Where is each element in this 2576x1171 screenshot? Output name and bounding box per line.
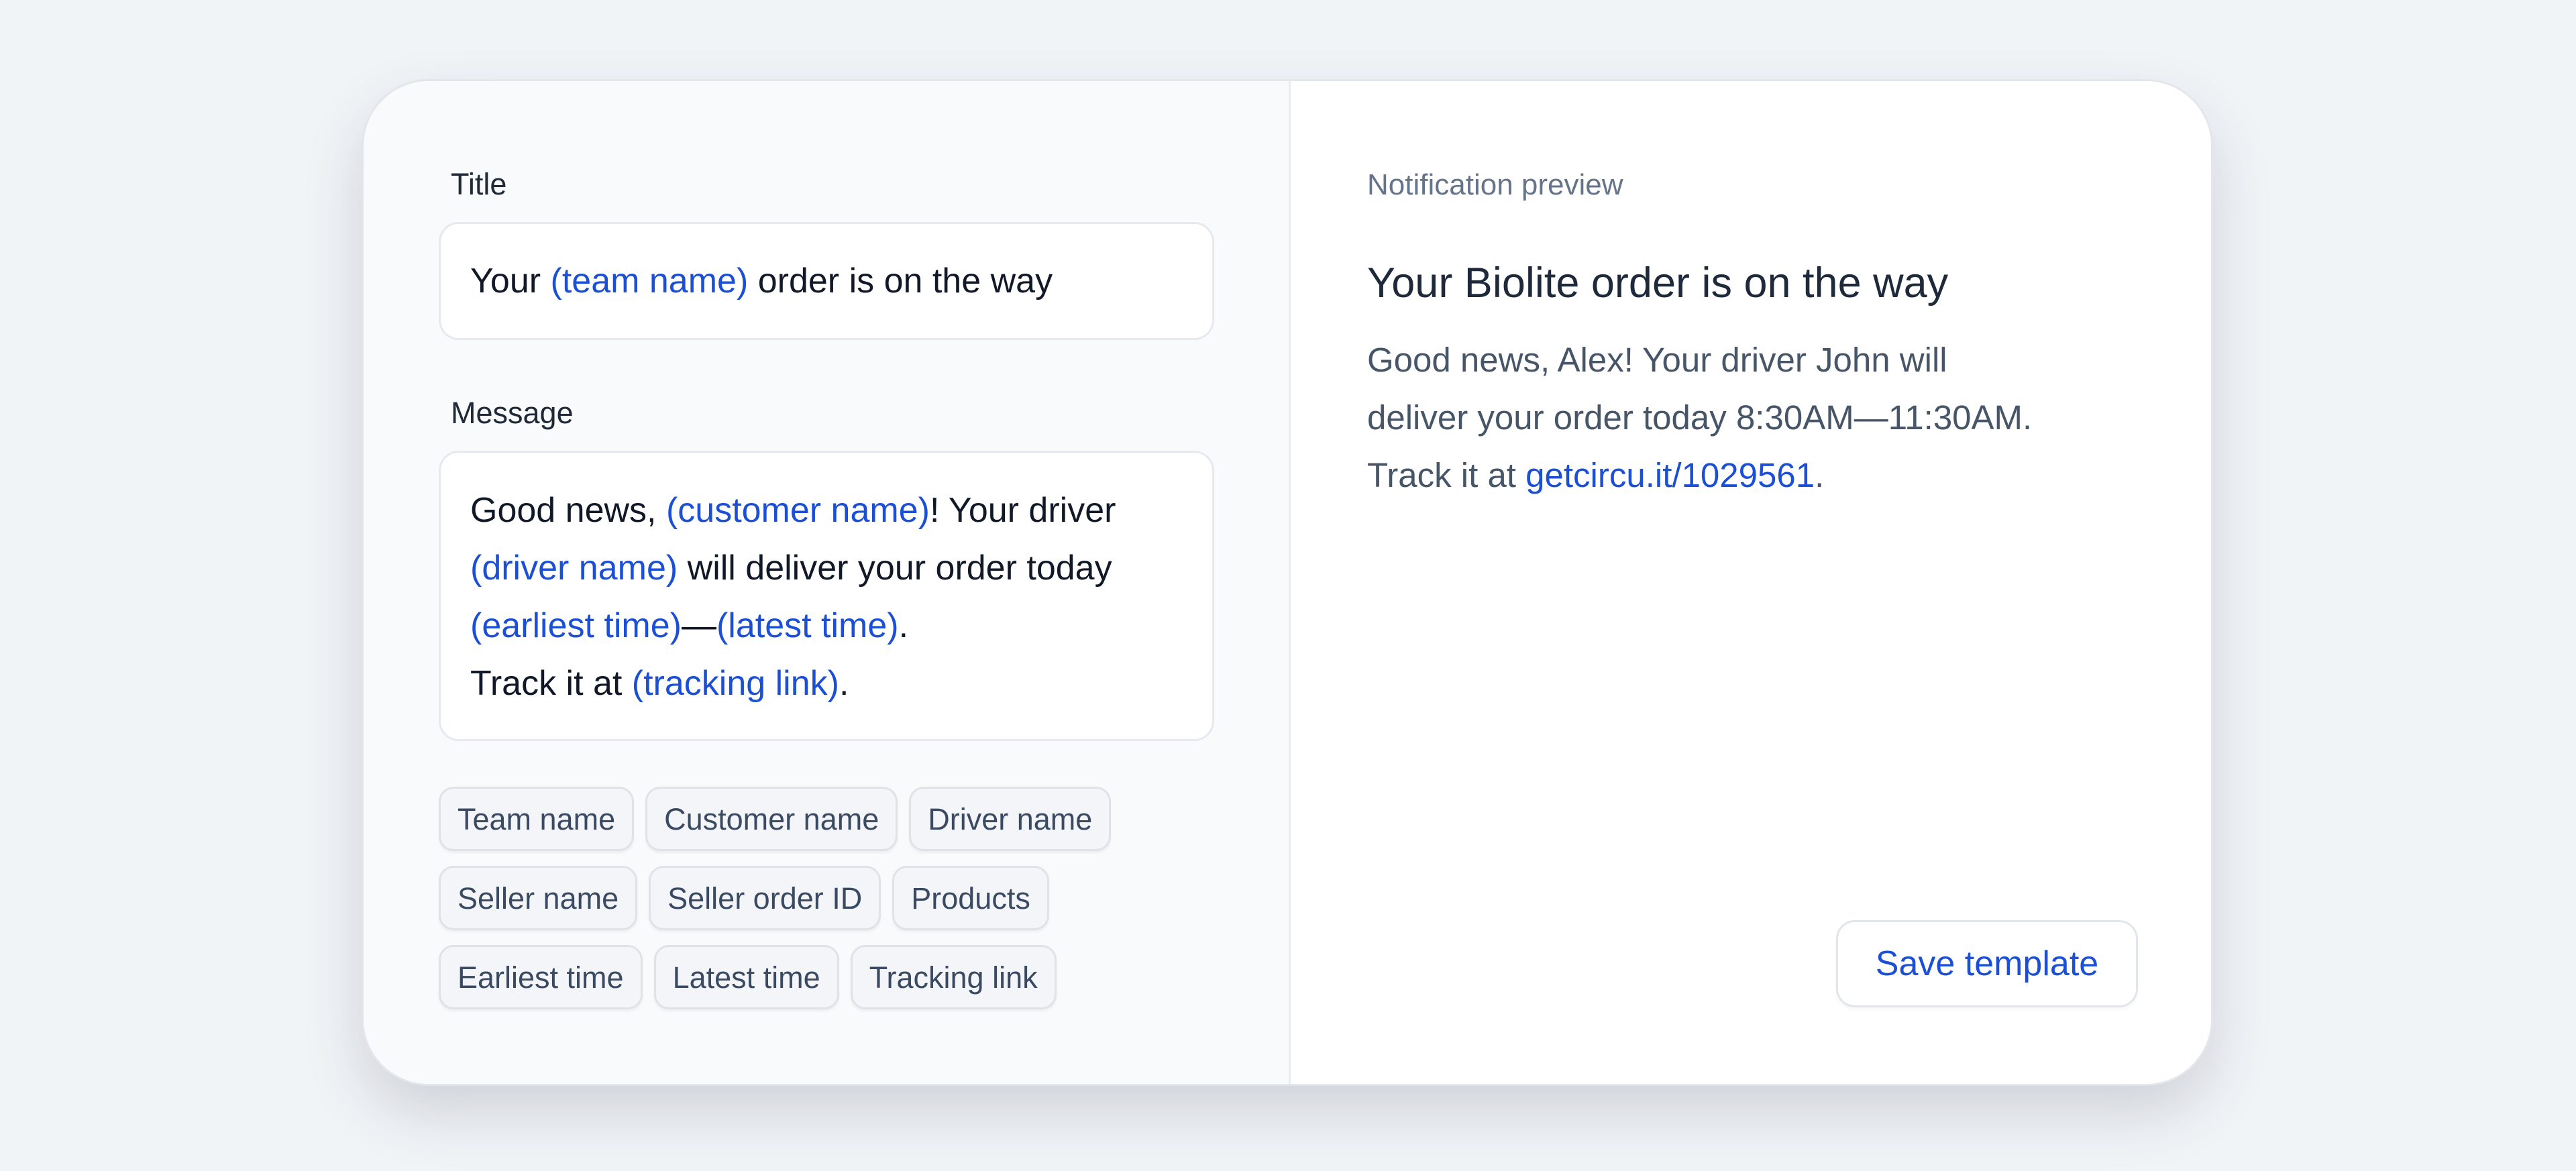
variable-earliest-time: (earliest time) [470, 606, 682, 645]
variable-customer-name: (customer name) [665, 491, 930, 530]
chip-driver-name[interactable]: Driver name [909, 787, 1112, 851]
variable-chips: Team name Customer name Driver name Sell… [439, 787, 1217, 1024]
variable-driver-name: (driver name) [470, 549, 678, 588]
chip-team-name[interactable]: Team name [439, 787, 635, 851]
message-input[interactable]: Good news, (customer name)! Your driver … [439, 451, 1214, 741]
title-text: order is on the way [748, 262, 1053, 300]
variable-latest-time: (latest time) [716, 606, 899, 645]
chip-earliest-time[interactable]: Earliest time [439, 945, 643, 1009]
title-input[interactable]: Your (team name) order is on the way [439, 222, 1214, 340]
variable-team-name: (team name) [550, 262, 749, 300]
preview-title: Your Biolite order is on the way [1367, 260, 1949, 306]
message-line: (driver name) will deliver your order to… [470, 549, 1112, 588]
chip-products[interactable]: Products [892, 866, 1049, 930]
chip-tracking-link[interactable]: Tracking link [850, 945, 1057, 1009]
chip-latest-time[interactable]: Latest time [653, 945, 839, 1009]
tracking-link[interactable]: getcircu.it/1029561 [1525, 456, 1815, 494]
message-line: Track it at (tracking link). [470, 664, 849, 703]
chip-seller-name[interactable]: Seller name [439, 866, 638, 930]
title-label: Title [451, 167, 507, 201]
variable-tracking-link: (tracking link) [631, 664, 839, 703]
preview-line: Good news, Alex! Your driver John will [1367, 341, 1947, 379]
editor-panel: Title Your (team name) order is on the w… [364, 81, 1291, 1084]
preview-line: Track it at getcircu.it/1029561. [1367, 456, 1825, 494]
save-template-button[interactable]: Save template [1836, 920, 2138, 1007]
title-text: Your [470, 262, 551, 300]
message-label: Message [451, 396, 574, 430]
message-line: Good news, (customer name)! Your driver [470, 491, 1116, 530]
chip-seller-order-id[interactable]: Seller order ID [649, 866, 881, 930]
preview-line: deliver your order today 8:30AM—11:30AM. [1367, 398, 2033, 437]
chip-customer-name[interactable]: Customer name [645, 787, 898, 851]
preview-label: Notification preview [1367, 168, 1623, 201]
preview-panel: Notification preview Your Biolite order … [1291, 81, 2211, 1084]
preview-body: Good news, Alex! Your driver John will d… [1367, 331, 2032, 504]
template-editor-card: Title Your (team name) order is on the w… [362, 79, 2213, 1086]
message-line: (earliest time)—(latest time). [470, 606, 909, 645]
